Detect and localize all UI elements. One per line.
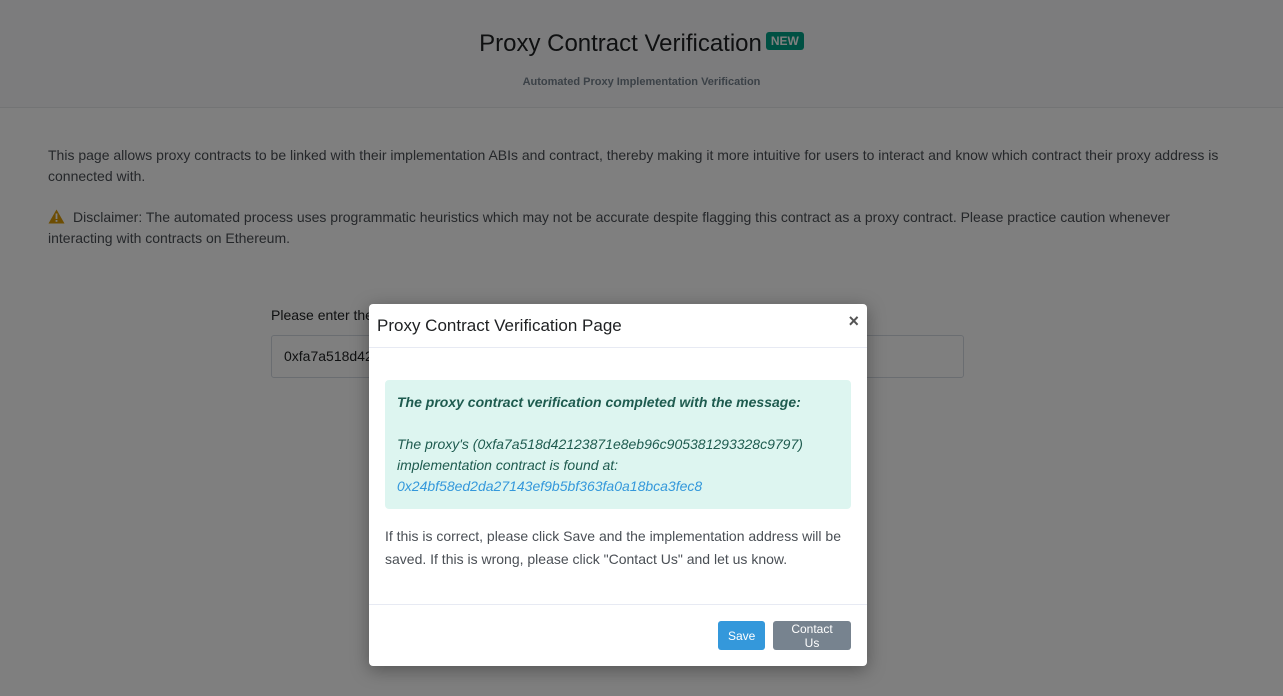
contact-us-button[interactable]: Contact Us [773, 621, 851, 650]
close-icon[interactable]: × [848, 311, 859, 332]
modal-footer: Save Contact Us [369, 604, 867, 667]
alert-heading: The proxy contract verification complete… [397, 394, 801, 410]
modal-title: Proxy Contract Verification Page [377, 316, 622, 335]
modal-header: Proxy Contract Verification Page × [369, 304, 867, 348]
save-button[interactable]: Save [718, 621, 765, 650]
modal-instructions: If this is correct, please click Save an… [385, 528, 841, 567]
alert-body: The proxy's (0xfa7a518d42123871e8eb96c90… [397, 434, 839, 497]
verification-modal: Proxy Contract Verification Page × The p… [369, 304, 867, 666]
success-alert: The proxy contract verification complete… [385, 380, 851, 509]
alert-message: The proxy's (0xfa7a518d42123871e8eb96c90… [397, 436, 803, 473]
implementation-address-link[interactable]: 0x24bf58ed2da27143ef9b5bf363fa0a18bca3fe… [397, 478, 702, 494]
